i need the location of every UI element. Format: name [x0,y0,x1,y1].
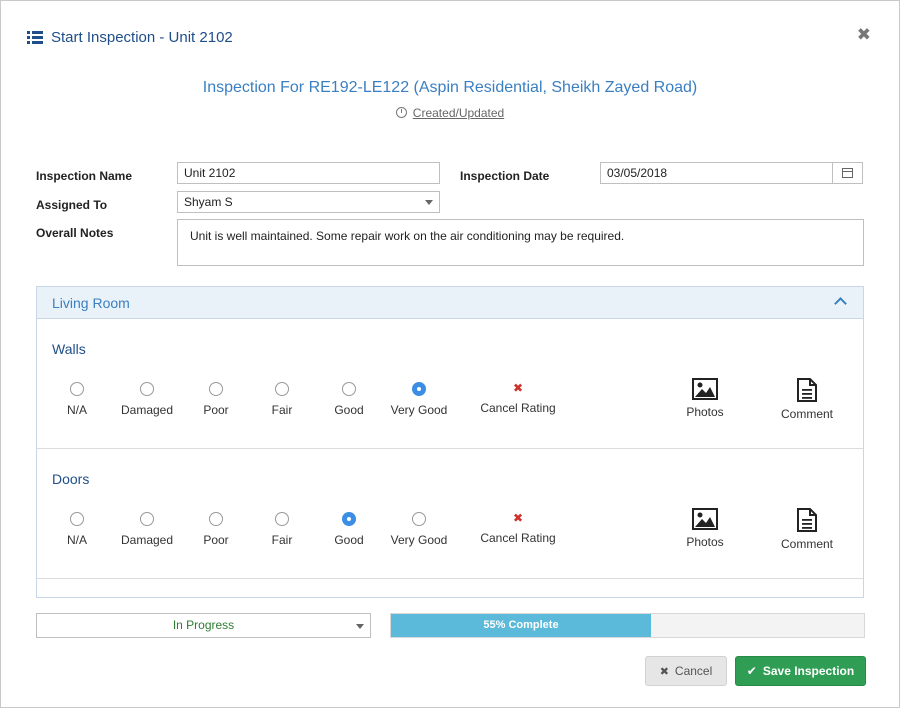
rating-label: Damaged [120,403,174,417]
chevron-up-icon[interactable] [834,297,847,310]
inspection-date-value: 03/05/2018 [607,166,668,180]
cancel-button-label: Cancel [674,664,713,678]
item-title: Doors [52,471,90,487]
cancel-rating-label: Cancel Rating [480,401,556,415]
start-inspection-dialog: Start Inspection - Unit 2102 ✖ Inspectio… [0,0,900,708]
assigned-to-value: Shyam S [184,195,233,209]
rating-label: Very Good [390,403,448,417]
assigned-to-select[interactable]: Shyam S [177,191,440,213]
progress-bar: 55% Complete [390,613,865,638]
rating-label: Good [334,533,364,547]
dialog-header: Start Inspection - Unit 2102 [27,29,233,46]
rating-option[interactable]: Good [309,382,389,417]
rating-radio[interactable] [342,512,356,526]
rating-option[interactable]: Good [309,512,389,547]
rating-radio[interactable] [140,382,154,396]
comment-label: Comment [780,407,833,421]
document-icon [797,378,817,402]
status-value: In Progress [172,618,235,632]
panel-header[interactable]: Living Room [37,287,863,319]
photos-button[interactable]: Photos [670,378,740,419]
caret-down-icon [425,200,433,205]
photo-icon [692,508,718,530]
rating-option[interactable]: Damaged [107,512,187,547]
progress-label: 55% Complete [483,619,559,631]
item-title: Walls [52,341,86,357]
inspection-name-input[interactable]: Unit 2102 [177,162,440,184]
rating-label: N/A [66,533,87,547]
cancel-rating-button[interactable]: ✖ Cancel Rating [478,512,558,545]
close-icon[interactable]: ✖ [857,25,871,45]
rating-label: Good [334,403,364,417]
rating-option[interactable]: Very Good [379,382,459,417]
rating-radio[interactable] [412,382,426,396]
cancel-button[interactable]: ✖ Cancel [645,656,727,686]
rating-radio[interactable] [70,382,84,396]
created-updated-link-row: Created/Updated [1,106,899,120]
list-icon [27,31,43,44]
rating-label: Damaged [120,533,174,547]
rating-radio[interactable] [275,382,289,396]
overall-notes-label: Overall Notes [36,226,114,240]
photos-label: Photos [686,405,724,419]
calendar-button[interactable] [832,163,862,183]
living-room-panel: Living Room Walls N/A Damaged Poor Fair Good V… [36,286,864,598]
rating-radio[interactable] [70,512,84,526]
rating-option[interactable]: N/A [37,382,117,417]
clock-icon [395,107,407,118]
cancel-rating-label: Cancel Rating [480,531,556,545]
dialog-title: Start Inspection - Unit 2102 [51,29,233,46]
document-icon [797,508,817,532]
close-icon: ✖ [659,665,669,678]
rating-option[interactable]: Damaged [107,382,187,417]
calendar-icon [842,168,853,178]
rating-radio[interactable] [275,512,289,526]
cancel-x-icon: ✖ [512,381,524,395]
rating-option[interactable]: Very Good [379,512,459,547]
progress-fill: 55% Complete [391,614,651,637]
rating-radio[interactable] [209,512,223,526]
photos-label: Photos [686,535,724,549]
inspection-item: Walls N/A Damaged Poor Fair Good Very Good ✖ Can… [37,318,863,449]
inspection-date-label: Inspection Date [460,169,550,183]
comment-button[interactable]: Comment [772,378,842,421]
cancel-rating-button[interactable]: ✖ Cancel Rating [478,382,558,415]
rating-radio[interactable] [140,512,154,526]
photo-icon [692,378,718,400]
inspection-item: Doors N/A Damaged Poor Fair Good Very Good ✖ Can… [37,448,863,579]
cancel-x-icon: ✖ [512,511,524,525]
rating-radio[interactable] [209,382,223,396]
rating-option[interactable]: N/A [37,512,117,547]
rating-radio[interactable] [412,512,426,526]
rating-label: Very Good [390,533,448,547]
assigned-to-label: Assigned To [36,198,108,212]
comment-label: Comment [780,537,833,551]
photos-button[interactable]: Photos [670,508,740,549]
created-updated-link[interactable]: Created/Updated [413,106,504,120]
comment-button[interactable]: Comment [772,508,842,551]
inspection-name-label: Inspection Name [36,169,133,183]
rating-label: N/A [66,403,87,417]
save-button-label: Save Inspection [762,664,855,678]
status-select[interactable]: In Progress [36,613,371,638]
rating-radio[interactable] [342,382,356,396]
check-icon: ✔ [746,664,757,678]
panel-title: Living Room [52,295,130,311]
inspection-date-input[interactable]: 03/05/2018 [600,162,863,184]
save-inspection-button[interactable]: ✔ Save Inspection [735,656,866,686]
inspection-for-heading: Inspection For RE192-LE122 (Aspin Reside… [202,79,698,96]
caret-down-icon [356,624,364,629]
overall-notes-textarea[interactable]: Unit is well maintained. Some repair wor… [177,219,864,266]
